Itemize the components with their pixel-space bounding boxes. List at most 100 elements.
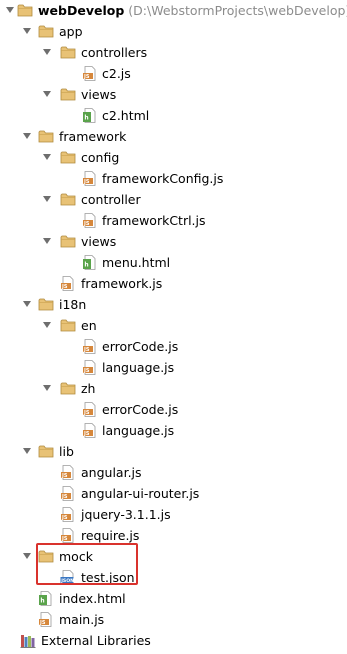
tree-row-frameworkctrl-js[interactable]: frameworkCtrl.js: [0, 210, 347, 231]
file-label: menu.html: [102, 255, 171, 270]
root-folder-name: webDevelop: [38, 3, 125, 18]
tree-row-app-controllers[interactable]: controllers: [0, 42, 347, 63]
js-file-icon: [82, 213, 98, 228]
tree-row-c2-html[interactable]: c2.html: [0, 105, 347, 126]
folder-icon: [38, 549, 54, 564]
html-file-icon: [82, 255, 98, 270]
file-label: framework.js: [81, 276, 163, 291]
folder-label: config: [81, 150, 120, 165]
chevron-down-icon[interactable]: [43, 49, 51, 55]
file-label: errorCode.js: [102, 402, 179, 417]
root-folder-path: (D:\WebstormProjects\webDevelop): [128, 3, 347, 18]
tree-row-test-json[interactable]: test.json: [0, 567, 347, 588]
external-libraries-label: External Libraries: [41, 633, 151, 648]
tree-row-index-html[interactable]: index.html: [0, 588, 347, 609]
folder-icon: [60, 234, 76, 249]
folder-icon: [60, 192, 76, 207]
js-file-icon: [60, 528, 76, 543]
folder-label: en: [81, 318, 97, 333]
folder-icon: [38, 297, 54, 312]
chevron-down-icon[interactable]: [23, 448, 31, 454]
js-file-icon: [82, 339, 98, 354]
js-file-icon: [60, 507, 76, 522]
file-label: index.html: [59, 591, 126, 606]
chevron-down-icon[interactable]: [43, 196, 51, 202]
folder-label: controller: [81, 192, 141, 207]
folder-label: views: [81, 87, 117, 102]
js-file-icon: [82, 423, 98, 438]
folder-label: views: [81, 234, 117, 249]
file-label: require.js: [81, 528, 140, 543]
html-file-icon: [38, 591, 54, 606]
tree-row-en-language-js[interactable]: language.js: [0, 357, 347, 378]
tree-row-main-js[interactable]: main.js: [0, 609, 347, 630]
tree-row-app-views[interactable]: views: [0, 84, 347, 105]
tree-row-angular-js[interactable]: angular.js: [0, 462, 347, 483]
file-label: c2.html: [102, 108, 150, 123]
tree-row-i18n-zh[interactable]: zh: [0, 378, 347, 399]
folder-icon: [60, 150, 76, 165]
tree-row-external-libraries[interactable]: External Libraries: [0, 630, 347, 651]
folder-label: mock: [59, 549, 93, 564]
file-label: angular-ui-router.js: [81, 486, 200, 501]
tree-row-i18n-en[interactable]: en: [0, 315, 347, 336]
folder-icon: [60, 318, 76, 333]
tree-row-require-js[interactable]: require.js: [0, 525, 347, 546]
tree-row-framework-config[interactable]: config: [0, 147, 347, 168]
chevron-down-icon[interactable]: [43, 238, 51, 244]
file-label: frameworkCtrl.js: [102, 213, 206, 228]
js-file-icon: [60, 486, 76, 501]
folder-icon: [38, 129, 54, 144]
chevron-down-icon[interactable]: [43, 385, 51, 391]
tree-row-framework[interactable]: framework: [0, 126, 347, 147]
file-label: test.json: [81, 570, 135, 585]
tree-row-angular-ui-router-js[interactable]: angular-ui-router.js: [0, 483, 347, 504]
tree-row-frameworkconfig-js[interactable]: frameworkConfig.js: [0, 168, 347, 189]
folder-label: controllers: [81, 45, 148, 60]
js-file-icon: [38, 612, 54, 627]
tree-row-lib[interactable]: lib: [0, 441, 347, 462]
file-label: main.js: [59, 612, 105, 627]
folder-label: i18n: [59, 297, 87, 312]
js-file-icon: [60, 465, 76, 480]
file-label: language.js: [102, 360, 175, 375]
json-file-icon: [60, 570, 76, 585]
external-libraries-icon: [20, 633, 36, 648]
js-file-icon: [82, 66, 98, 81]
js-file-icon: [82, 402, 98, 417]
tree-row-menu-html[interactable]: menu.html: [0, 252, 347, 273]
chevron-down-icon[interactable]: [43, 154, 51, 160]
chevron-down-icon[interactable]: [23, 301, 31, 307]
tree-row-framework-js[interactable]: framework.js: [0, 273, 347, 294]
js-file-icon: [82, 171, 98, 186]
js-file-icon: [82, 360, 98, 375]
file-label: angular.js: [81, 465, 142, 480]
file-label: errorCode.js: [102, 339, 179, 354]
tree-row-en-errorcode-js[interactable]: errorCode.js: [0, 336, 347, 357]
project-tree: webDevelop (D:\WebstormProjects\webDevel…: [0, 0, 347, 651]
folder-icon: [60, 87, 76, 102]
chevron-down-icon[interactable]: [23, 28, 31, 34]
tree-row-jquery-js[interactable]: jquery-3.1.1.js: [0, 504, 347, 525]
chevron-down-icon[interactable]: [6, 7, 14, 13]
tree-row-i18n[interactable]: i18n: [0, 294, 347, 315]
tree-row-zh-errorcode-js[interactable]: errorCode.js: [0, 399, 347, 420]
tree-row-zh-language-js[interactable]: language.js: [0, 420, 347, 441]
file-label: frameworkConfig.js: [102, 171, 224, 186]
tree-row-c2-js[interactable]: c2.js: [0, 63, 347, 84]
chevron-down-icon[interactable]: [23, 553, 31, 559]
chevron-down-icon[interactable]: [43, 322, 51, 328]
folder-icon: [60, 381, 76, 396]
chevron-down-icon[interactable]: [23, 133, 31, 139]
folder-label: framework: [59, 129, 127, 144]
tree-row-mock[interactable]: mock: [0, 546, 347, 567]
folder-label: app: [59, 24, 83, 39]
tree-row-app[interactable]: app: [0, 21, 347, 42]
folder-icon: [38, 444, 54, 459]
tree-row-webdevelop[interactable]: webDevelop (D:\WebstormProjects\webDevel…: [0, 0, 347, 21]
tree-row-framework-views[interactable]: views: [0, 231, 347, 252]
chevron-down-icon[interactable]: [43, 91, 51, 97]
tree-row-framework-controller[interactable]: controller: [0, 189, 347, 210]
html-file-icon: [82, 108, 98, 123]
folder-icon: [60, 45, 76, 60]
